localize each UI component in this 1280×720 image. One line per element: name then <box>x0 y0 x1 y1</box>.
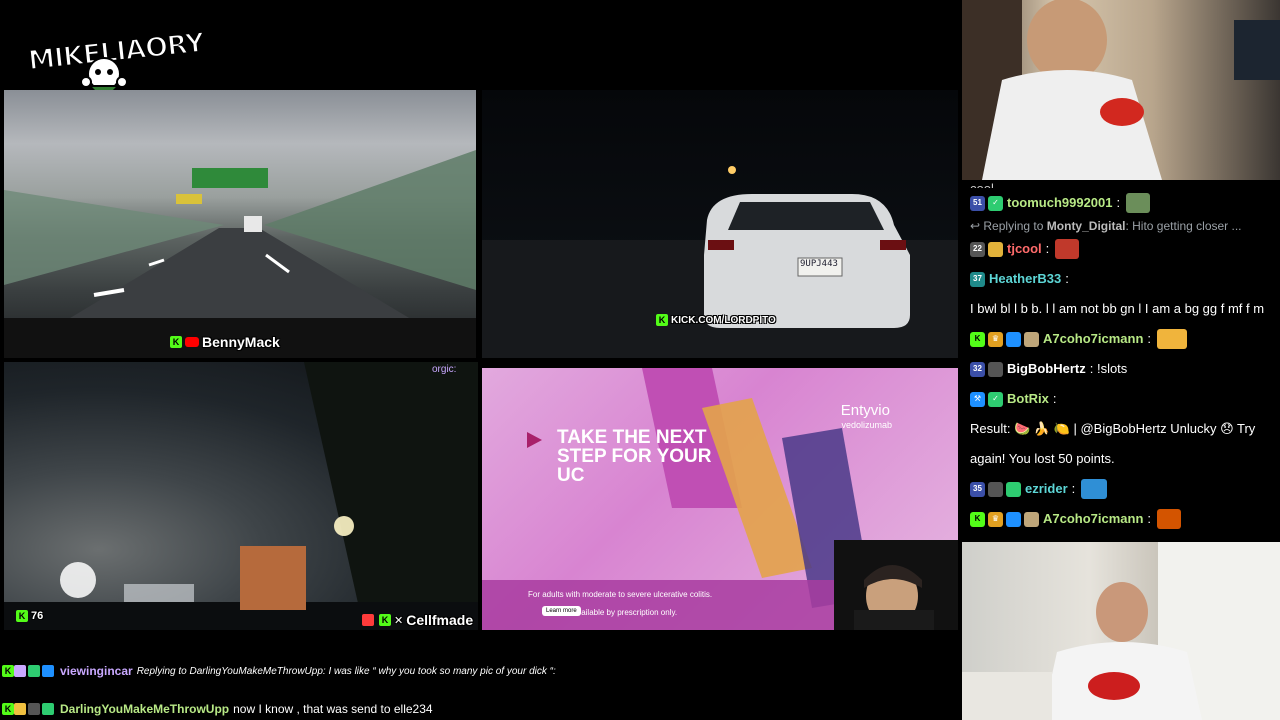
subscriber-icon <box>1006 511 1021 527</box>
dashcam-feed-highway[interactable]: K BennyMack <box>4 90 476 358</box>
streamer-name: Cellfmade <box>406 612 474 628</box>
chat-username[interactable]: A7coho7icmann <box>1043 324 1143 354</box>
chat-message[interactable]: ⚒ ✓ BotRix: Result: 🍉 🍌 🍋 | @BigBobHertz … <box>962 384 1280 474</box>
instagram-icon <box>362 614 374 626</box>
chat-message[interactable]: 51 ✓ toomuch9992001: <box>962 188 1280 218</box>
overlay-username: viewingincar <box>60 664 133 678</box>
ad-footer-text: For adults with moderate to severe ulcer… <box>528 590 713 599</box>
ad-brand-sub: vedolizumab <box>841 420 892 430</box>
overlay-chat-spacer <box>0 680 960 700</box>
emote-icon <box>1055 239 1080 259</box>
chat-message[interactable]: 32 BigBobHertz: !slots <box>962 354 1280 384</box>
gift-badge-icon <box>42 703 54 715</box>
sub-badge-icon <box>42 665 54 677</box>
verified-icon <box>28 665 40 677</box>
level-badge-icon: 35 <box>970 481 985 497</box>
kick-badge-icon: K <box>970 331 985 347</box>
chat-username[interactable]: BotRix <box>1007 384 1049 414</box>
verified-icon: ✓ <box>988 195 1003 211</box>
sub-badge-icon <box>988 241 1003 257</box>
chat-message[interactable]: K ♛ A7coho7icmann: <box>962 504 1280 534</box>
level-badge-icon: 51 <box>970 195 985 211</box>
viewer-count: K 76 <box>16 610 43 622</box>
streamer-tag-bennymack: K BennyMack <box>170 334 280 350</box>
gift-badge-icon <box>1024 331 1039 347</box>
level-badge-icon: 32 <box>970 361 985 377</box>
kick-badge-icon: K <box>970 511 985 527</box>
overlay-chat-message: K viewingincar Replying to DarlingYouMak… <box>0 662 960 680</box>
ad-learn-more-button[interactable]: Learn more <box>542 606 581 616</box>
chat-panel[interactable]: cool 51✓ toomuch9992001: ↩ Replying to M… <box>962 182 1280 540</box>
x-icon: ✕ <box>394 614 404 627</box>
kick-icon: K <box>16 610 28 622</box>
kick-icon: K <box>379 614 391 626</box>
kick-icon: K <box>656 314 668 326</box>
sub-badge-icon <box>28 703 40 715</box>
level-badge-icon: 37 <box>970 271 985 287</box>
dusk-scene <box>4 362 478 630</box>
streamer-webcam-bottom <box>962 542 1280 720</box>
chat-username[interactable]: tjcool <box>1007 234 1042 264</box>
sub-badge-icon <box>988 361 1003 377</box>
ad-headline: TAKE THE NEXT STEP FOR YOUR UC <box>557 427 712 486</box>
chat-username[interactable]: toomuch9992001 <box>1007 188 1113 218</box>
bot-badge-icon: ⚒ <box>970 391 985 407</box>
crown-icon: ♛ <box>988 511 1003 527</box>
emote-icon <box>1126 193 1151 213</box>
youtube-icon <box>185 337 199 347</box>
gift-badge-icon <box>1006 481 1021 497</box>
corner-chat-user: orgic: <box>432 364 457 375</box>
emote-icon <box>1157 509 1182 529</box>
chat-text: Result: 🍉 🍌 🍋 | @BigBobHertz Unlucky 😞 T… <box>970 421 1256 466</box>
streamer-room-scene <box>962 542 1280 720</box>
sub-badge-icon <box>988 481 1003 497</box>
chat-username[interactable]: ezrider <box>1025 474 1068 504</box>
chat-message[interactable]: 37 HeatherB33: I bwl bl l b b. l l am no… <box>962 264 1280 324</box>
highway-scene <box>4 150 476 358</box>
overlay-chat-message: K DarlingYouMakeMeThrowUpp now I know , … <box>0 700 960 718</box>
verified-icon: ✓ <box>988 391 1003 407</box>
streamer-tag-kick: K KICK.COM/LORDPITO <box>656 314 776 326</box>
ad-footer: For adults with moderate to severe ulcer… <box>482 580 834 630</box>
gift-badge-icon <box>1024 511 1039 527</box>
chat-reply-context: ↩ Replying to Monty_Digital: Hito gettin… <box>970 219 1242 233</box>
overlay-chat: K viewingincar Replying to DarlingYouMak… <box>0 662 960 718</box>
chat-username[interactable]: BigBobHertz <box>1007 354 1086 384</box>
kick-icon: K <box>2 703 14 715</box>
guest-face <box>854 565 934 630</box>
chat-username[interactable]: A7coho7icmann <box>1043 504 1143 534</box>
streamer-eating-scene <box>962 0 1280 180</box>
emote-icon <box>1157 329 1188 349</box>
chat-message[interactable]: 35 ezrider: <box>962 474 1280 504</box>
dashcam-feed-night[interactable]: 9UPJ443 K KICK.COM/LORDPITO <box>482 90 958 358</box>
dashcam-feed-dusk[interactable]: K 76 K ✕ Cellfmade orgic: <box>4 362 478 630</box>
emote-icon <box>1081 479 1108 499</box>
subscriber-icon <box>1006 331 1021 347</box>
kick-icon: K <box>2 665 14 677</box>
chat-message[interactable]: 22 tjcool: <box>962 234 1280 264</box>
emote-icon <box>14 703 26 715</box>
level-badge-icon: 22 <box>970 241 985 257</box>
streamer-webcam-top <box>962 0 1280 180</box>
guest-webcam <box>834 540 958 630</box>
chat-username[interactable]: HeatherB33 <box>989 264 1061 294</box>
license-plate: 9UPJ443 <box>800 259 838 269</box>
overlay-text: now I know , that was send to elle234 <box>233 702 433 716</box>
ad-footer-text-2: Available by prescription only. <box>572 608 678 617</box>
streamer-url: KICK.COM/LORDPITO <box>671 314 776 326</box>
crown-icon: ♛ <box>988 331 1003 347</box>
chat-message[interactable]: K ♛ A7coho7icmann: <box>962 324 1280 354</box>
chat-text: I bwl bl l b b. l l am not bb gn l I am … <box>970 301 1265 316</box>
kick-icon: K <box>170 336 182 348</box>
ad-brand: Entyvio <box>840 402 890 419</box>
emote-icon <box>14 665 26 677</box>
chat-text: !slots <box>1096 361 1128 376</box>
streamer-name: BennyMack <box>202 334 280 350</box>
overlay-username: DarlingYouMakeMeThrowUpp <box>60 702 230 716</box>
streamer-tag-cellfmade: K ✕ Cellfmade <box>362 612 473 628</box>
overlay-reply-text: Replying to DarlingYouMakeMeThrowUpp: I … <box>136 665 556 677</box>
